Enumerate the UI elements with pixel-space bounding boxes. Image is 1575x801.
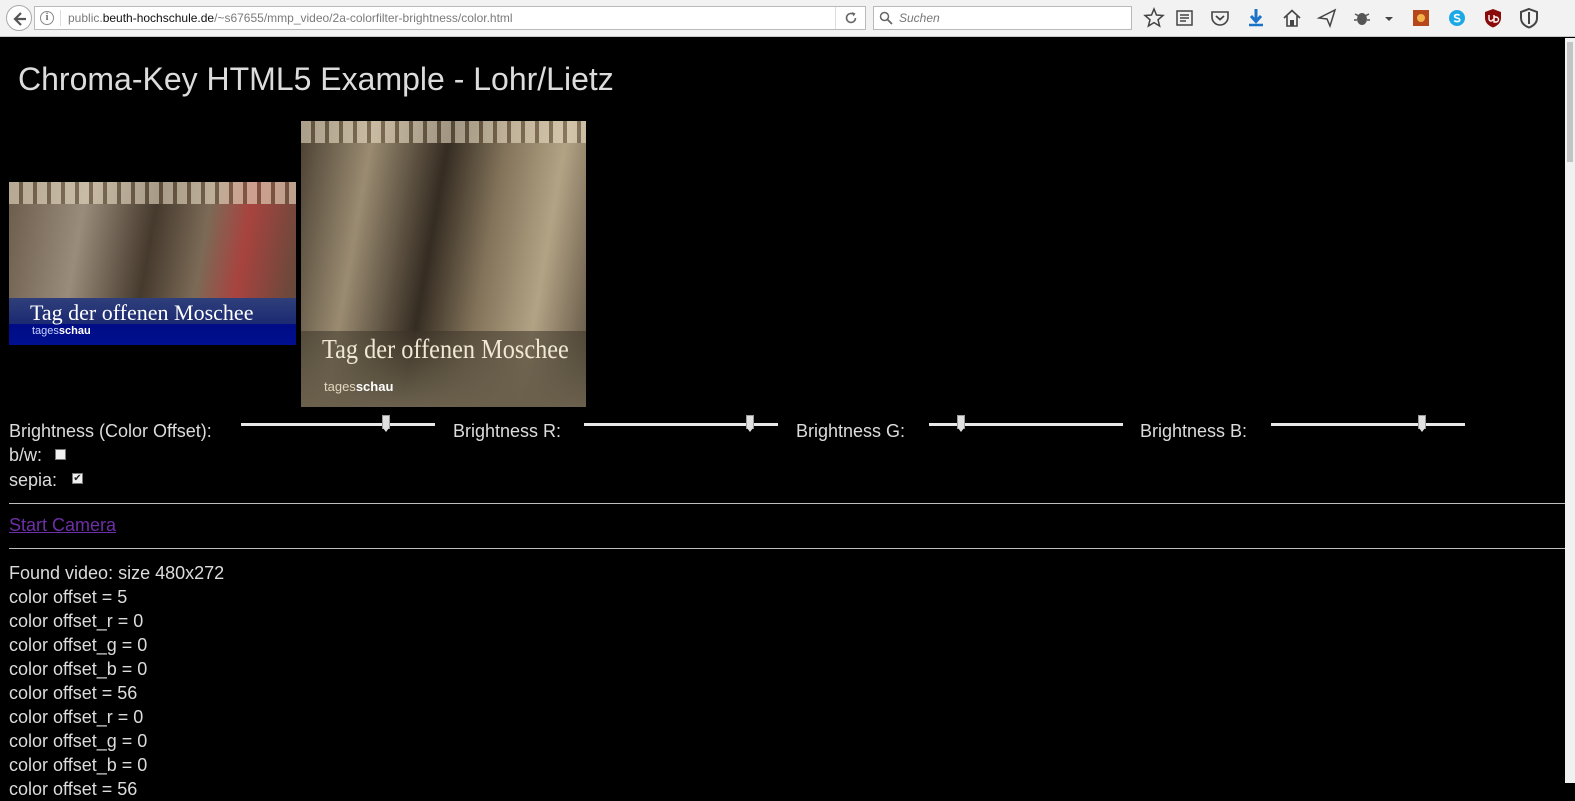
brightness-slider[interactable]: [241, 415, 435, 432]
bw-checkbox[interactable]: [55, 449, 66, 460]
scrollbar-thumb[interactable]: [1567, 42, 1573, 162]
sepia-checkbox[interactable]: ✔: [72, 473, 83, 484]
reading-list-icon[interactable]: [1174, 7, 1196, 29]
canvas-caption-band: Tag der offenen Moschee tagesschau: [301, 331, 586, 407]
log-line: color offset_b = 0: [9, 659, 148, 679]
divider-bottom: [9, 548, 1565, 549]
bw-label: b/w:: [9, 445, 43, 465]
back-button[interactable]: [6, 5, 32, 31]
pocket-icon[interactable]: [1209, 7, 1231, 29]
log-line: color offset_g = 0: [9, 731, 148, 751]
canvas-brand-logo: tagesschau: [324, 379, 394, 394]
bookmark-star-icon[interactable]: [1143, 7, 1165, 29]
log-line: color offset = 56: [9, 683, 138, 703]
ublock-shield-icon[interactable]: [1482, 7, 1504, 29]
browser-toolbar: i public.beuth-hochschule.de/~s67655/mmp…: [0, 0, 1575, 37]
home-icon[interactable]: [1281, 7, 1303, 29]
log-line: color offset_b = 0: [9, 755, 148, 775]
extension-orange-icon[interactable]: [1410, 7, 1432, 29]
overflow-chevron-down-icon[interactable]: [1382, 7, 1396, 29]
filtered-canvas: Tag der offenen Moschee tagesschau: [301, 121, 586, 407]
brightness-b-slider-thumb[interactable]: [1417, 415, 1426, 432]
log-line: Found video: size 480x272: [9, 563, 225, 583]
search-bar[interactable]: Suchen: [873, 6, 1132, 30]
log-line: color offset_r = 0: [9, 611, 144, 631]
brightness-r-slider[interactable]: [584, 415, 778, 432]
brightness-b-slider[interactable]: [1271, 415, 1465, 432]
video-caption-title: Tag der offenen Moschee: [30, 300, 254, 325]
source-video[interactable]: Tag der offenen Moschee tagesschau: [9, 182, 296, 345]
brightness-r-label: Brightness R:: [453, 421, 562, 441]
search-icon: [879, 11, 893, 25]
send-tab-icon[interactable]: [1316, 7, 1338, 29]
address-bar[interactable]: i public.beuth-hochschule.de/~s67655/mmp…: [34, 6, 866, 30]
video-caption-band: Tag der offenen Moschee tagesschau: [9, 298, 296, 345]
log-line: color offset_g = 0: [9, 635, 148, 655]
start-camera-link[interactable]: Start Camera: [9, 515, 116, 536]
url-text[interactable]: public.beuth-hochschule.de/~s67655/mmp_v…: [68, 11, 513, 25]
reload-icon: [845, 12, 857, 24]
divider-top: [9, 503, 1565, 504]
sepia-label: sepia:: [9, 470, 58, 490]
download-icon[interactable]: [1245, 7, 1267, 29]
shield-outline-icon[interactable]: [1518, 7, 1540, 29]
page-scrollbar[interactable]: [1565, 38, 1575, 783]
back-arrow-icon: [13, 12, 26, 26]
extension-bug-icon[interactable]: [1351, 7, 1373, 29]
brightness-label: Brightness (Color Offset):: [9, 421, 212, 441]
log-line: color offset = 5: [9, 587, 128, 607]
brightness-b-label: Brightness B:: [1140, 421, 1248, 441]
canvas-frame-detail: [301, 121, 586, 143]
reload-button[interactable]: [835, 7, 865, 29]
search-placeholder: Suchen: [899, 11, 940, 25]
canvas-caption-title: Tag der offenen Moschee: [322, 334, 569, 364]
log-output: Found video: size 480x272 color offset = …: [9, 561, 224, 801]
brightness-g-slider[interactable]: [929, 415, 1123, 432]
skype-icon[interactable]: [1446, 7, 1468, 29]
brightness-g-label: Brightness G:: [796, 421, 906, 441]
brightness-slider-thumb[interactable]: [382, 415, 391, 432]
brightness-r-slider-thumb[interactable]: [745, 415, 754, 432]
log-line: color offset_r = 0: [9, 707, 144, 727]
log-line-partial: color offset = 56: [9, 779, 138, 799]
brightness-g-slider-thumb[interactable]: [956, 415, 965, 432]
video-frame-detail: [9, 182, 296, 204]
url-separator: [60, 10, 61, 26]
video-brand-logo: tagesschau: [32, 325, 91, 337]
site-info-icon[interactable]: i: [40, 11, 54, 25]
page-title: Chroma-Key HTML5 Example - Lohr/Lietz: [18, 61, 614, 97]
